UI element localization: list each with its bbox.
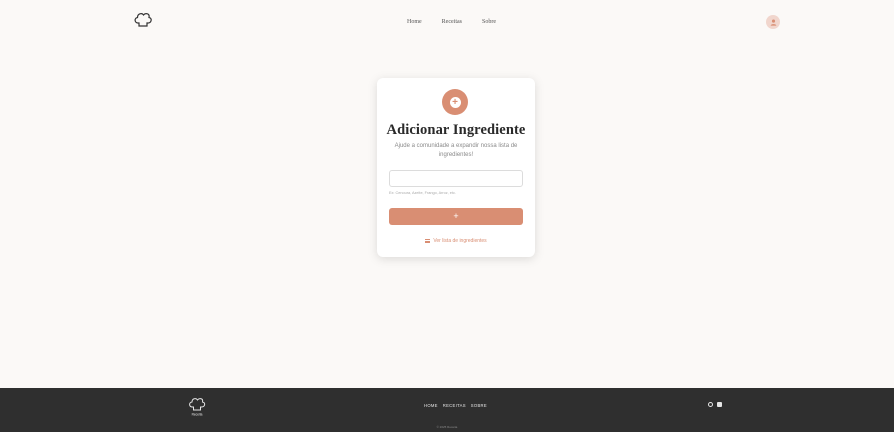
footer-nav: HOME RECEITAS SOBRE <box>424 403 487 408</box>
ingredient-list-link-label: Ver lista de ingredientes <box>433 238 487 244</box>
site-footer: Receita HOME RECEITAS SOBRE © 2025 Recei… <box>0 388 894 432</box>
site-header: Home Receitas Sobre <box>0 0 894 44</box>
footer-nav-home[interactable]: HOME <box>424 403 438 408</box>
main-nav: Home Receitas Sobre <box>407 19 496 25</box>
input-hint: Ex: Cenoura, Azeite, Frango, Arroz, etc. <box>389 191 456 195</box>
nav-home[interactable]: Home <box>407 19 422 25</box>
add-ingredient-button[interactable]: + <box>389 208 523 225</box>
ingredient-input[interactable] <box>389 170 523 187</box>
chef-hat-icon[interactable] <box>133 11 153 29</box>
nav-sobre[interactable]: Sobre <box>482 19 496 25</box>
instagram-icon[interactable] <box>708 402 713 407</box>
youtube-icon[interactable] <box>717 402 722 407</box>
footer-nav-sobre[interactable]: SOBRE <box>471 403 487 408</box>
avatar[interactable] <box>766 15 780 29</box>
add-ingredient-card: + Adicionar Ingrediente Ajude a comunida… <box>377 78 535 257</box>
plus-circle-icon: + <box>442 89 468 115</box>
social-links <box>708 402 722 407</box>
chef-hat-icon[interactable]: Receita <box>188 397 206 417</box>
footer-logo-text: Receita <box>192 413 203 417</box>
user-icon <box>770 19 776 26</box>
ingredient-list-link[interactable]: Ver lista de ingredientes <box>377 238 535 244</box>
nav-receitas[interactable]: Receitas <box>442 19 462 25</box>
page-title: Adicionar Ingrediente <box>386 122 526 138</box>
card-subtitle: Ajude a comunidade a expandir nossa list… <box>394 143 518 158</box>
list-icon <box>425 239 431 243</box>
footer-nav-receitas[interactable]: RECEITAS <box>443 403 466 408</box>
copyright: © 2025 Receita <box>436 425 458 429</box>
